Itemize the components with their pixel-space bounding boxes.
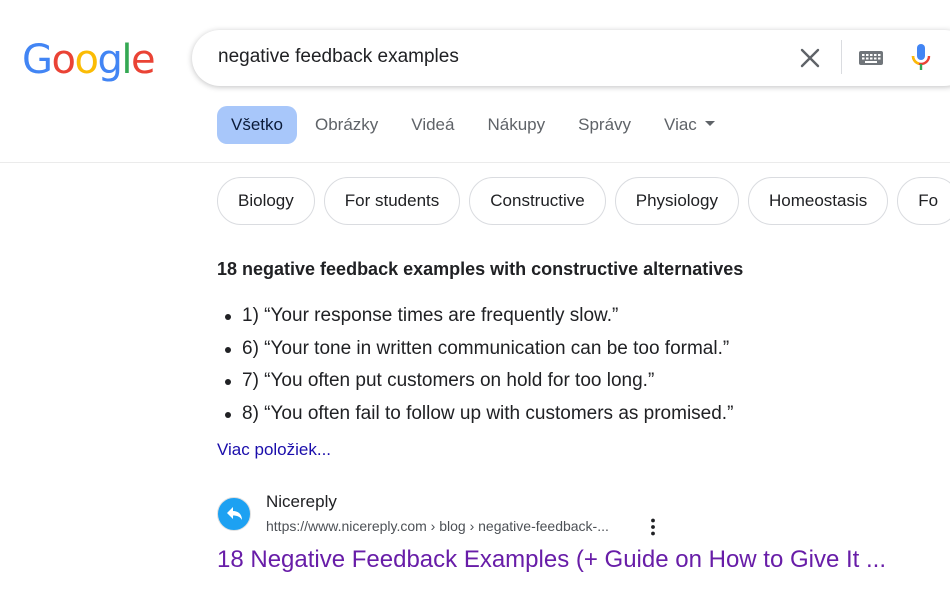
close-icon[interactable] xyxy=(796,44,824,72)
tab-videos[interactable]: Videá xyxy=(411,106,454,144)
snippet-title: 18 negative feedback examples with const… xyxy=(217,259,744,279)
site-url[interactable]: https://www.nicereply.com › blog › negat… xyxy=(266,518,609,534)
more-vert-icon[interactable] xyxy=(644,517,662,537)
logo-letter: o xyxy=(74,37,98,83)
chip-homeostasis[interactable]: Homeostasis xyxy=(747,177,889,225)
list-item: 8) “You often fail to follow up with cus… xyxy=(217,398,733,431)
logo-letter: g xyxy=(97,37,122,83)
search-input[interactable] xyxy=(218,44,778,70)
tab-news[interactable]: Správy xyxy=(578,106,631,144)
chip-physiology[interactable]: Physiology xyxy=(614,177,739,225)
google-logo[interactable]: Google xyxy=(22,37,156,83)
keyboard-icon[interactable] xyxy=(857,47,885,69)
header-divider xyxy=(0,162,950,163)
logo-letter: l xyxy=(121,37,132,83)
tab-images[interactable]: Obrázky xyxy=(315,106,378,144)
refinement-chips: Biology For students Constructive Physio… xyxy=(217,177,950,225)
chip-for-students[interactable]: For students xyxy=(323,177,461,225)
logo-letter: o xyxy=(51,37,76,83)
logo-letter: G xyxy=(22,37,53,83)
caret-down-icon xyxy=(704,121,715,127)
search-box xyxy=(192,30,950,86)
tab-more[interactable]: Viac xyxy=(664,106,715,144)
site-favicon[interactable] xyxy=(217,497,251,531)
list-item: 6) “Your tone in written communication c… xyxy=(217,333,733,366)
result-title-link[interactable]: 18 Negative Feedback Examples (+ Guide o… xyxy=(217,546,886,574)
logo-letter: e xyxy=(130,37,156,83)
search-tabs: Všetko Obrázky Videá Nákupy Správy Viac xyxy=(217,106,748,144)
chip-partial[interactable]: Fo xyxy=(897,177,950,225)
more-items-link[interactable]: Viac položiek... xyxy=(217,440,331,460)
tab-all[interactable]: Všetko xyxy=(217,106,297,144)
tab-more-label: Viac xyxy=(664,115,697,134)
microphone-icon[interactable] xyxy=(909,42,933,74)
list-item: 7) “You often put customers on hold for … xyxy=(217,365,733,398)
snippet-list: 1) “Your response times are frequently s… xyxy=(217,300,733,430)
list-item: 1) “Your response times are frequently s… xyxy=(217,300,733,333)
tab-shopping[interactable]: Nákupy xyxy=(487,106,545,144)
chip-biology[interactable]: Biology xyxy=(217,177,315,225)
site-name[interactable]: Nicereply xyxy=(266,492,337,512)
chip-constructive[interactable]: Constructive xyxy=(469,177,606,225)
search-divider xyxy=(841,40,842,74)
